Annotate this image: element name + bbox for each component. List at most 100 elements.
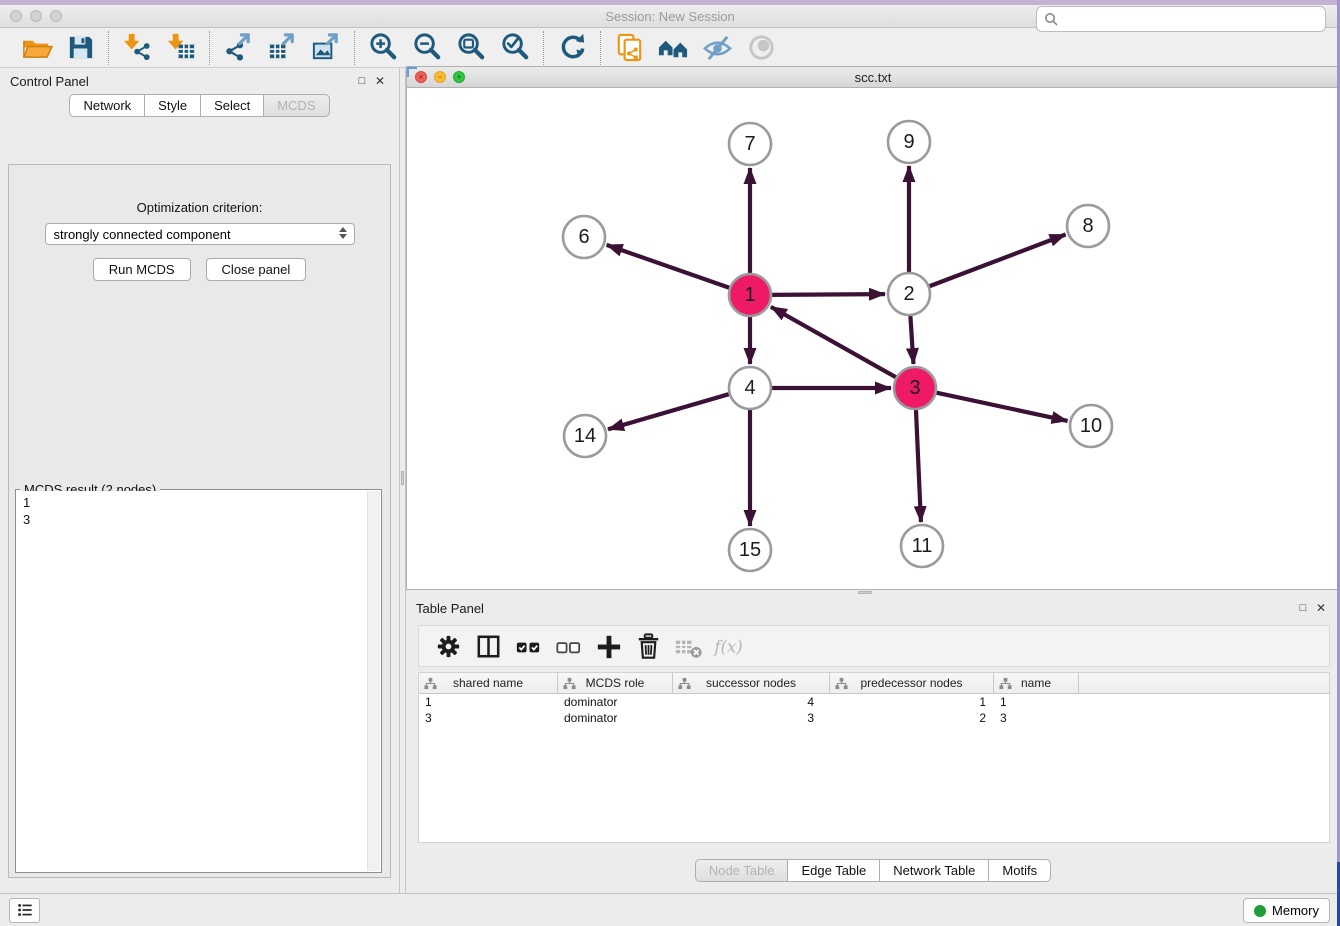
memory-button[interactable]: Memory	[1243, 898, 1330, 923]
clone-network-button[interactable]	[611, 31, 647, 65]
export-table-button[interactable]	[264, 31, 300, 65]
network-window-title: scc.txt	[407, 70, 1339, 85]
run-mcds-button[interactable]: Run MCDS	[93, 258, 191, 281]
tab-network-table[interactable]: Network Table	[879, 859, 989, 882]
column-header-shared-name[interactable]: shared name	[419, 673, 558, 693]
float-panel-icon[interactable]: □	[353, 75, 371, 87]
main-toolbar	[0, 28, 1340, 68]
graph-edge-2-3[interactable]	[910, 313, 913, 364]
result-scrollbar[interactable]	[367, 491, 380, 871]
splitter-grip-icon	[401, 471, 404, 485]
column-header-name[interactable]: name	[994, 673, 1079, 693]
columns-button[interactable]	[471, 629, 505, 663]
select-all-icon	[512, 630, 545, 663]
first-neighbors-button[interactable]	[655, 31, 691, 65]
search-box[interactable]	[1036, 6, 1326, 32]
graph-node-1[interactable]: 1	[729, 274, 771, 316]
graph-node-15[interactable]: 15	[729, 529, 771, 571]
graph-node-4[interactable]: 4	[729, 367, 771, 409]
table-cell: 4	[673, 694, 830, 710]
graph-edge-1-6[interactable]	[607, 245, 732, 289]
graph-node-3[interactable]: 3	[894, 367, 936, 409]
tab-style[interactable]: Style	[144, 94, 201, 117]
graph-node-2[interactable]: 2	[888, 273, 930, 315]
tab-mcds[interactable]: MCDS	[263, 94, 329, 117]
close-panel-icon[interactable]: ✕	[371, 74, 389, 88]
attribute-icon	[835, 677, 848, 690]
optimization-criterion-value: strongly connected component	[54, 227, 231, 242]
control-panel-header: Control Panel □ ✕	[0, 68, 399, 94]
mcds-result-list: 13	[17, 491, 367, 871]
hide-selected-button[interactable]	[699, 31, 735, 65]
svg-text:6: 6	[578, 226, 589, 248]
tab-node-table[interactable]: Node Table	[695, 859, 789, 882]
optimization-criterion-select[interactable]: strongly connected component	[45, 223, 355, 245]
tab-select[interactable]: Select	[200, 94, 264, 117]
svg-text:8: 8	[1082, 215, 1093, 237]
splitter-grip-icon	[858, 591, 872, 594]
vertical-splitter[interactable]	[399, 68, 406, 893]
svg-text:f(x): f(x)	[712, 637, 742, 656]
table-row[interactable]: 3dominator323	[419, 710, 1329, 726]
graph-edge-3-10[interactable]	[934, 392, 1068, 421]
table-cell: 1	[419, 694, 558, 710]
column-header-MCDS-role[interactable]: MCDS role	[558, 673, 673, 693]
refresh-icon	[556, 31, 589, 64]
show-hidden-icon	[745, 31, 778, 64]
column-header-predecessor-nodes[interactable]: predecessor nodes	[830, 673, 994, 693]
save-button[interactable]	[62, 31, 98, 65]
graph-node-14[interactable]: 14	[564, 415, 606, 457]
zoom-in-button[interactable]	[365, 31, 401, 65]
zoom-fit-button[interactable]	[453, 31, 489, 65]
import-network-button[interactable]	[119, 31, 155, 65]
refresh-button[interactable]	[554, 31, 590, 65]
export-network-button[interactable]	[220, 31, 256, 65]
table-row[interactable]: 1dominator411	[419, 694, 1329, 710]
tab-edge-table[interactable]: Edge Table	[787, 859, 880, 882]
export-image-button[interactable]	[308, 31, 344, 65]
import-table-button[interactable]	[163, 31, 199, 65]
graph-edge-1-2[interactable]	[769, 294, 885, 295]
close-table-panel-icon[interactable]: ✕	[1312, 601, 1330, 615]
graph-node-6[interactable]: 6	[563, 216, 605, 258]
float-table-panel-icon[interactable]: □	[1294, 602, 1312, 614]
table-cell: dominator	[558, 694, 673, 710]
fx-button: f(x)	[711, 629, 745, 663]
select-all-button[interactable]	[511, 629, 545, 663]
task-history-button[interactable]	[9, 898, 40, 923]
network-graph: 7 9 6 8 1 2 4 3 14 10 15 11	[407, 88, 1339, 588]
deselect-all-button[interactable]	[551, 629, 585, 663]
graph-edge-4-14[interactable]	[608, 393, 732, 429]
tab-motifs[interactable]: Motifs	[988, 859, 1051, 882]
zoom-selected-button[interactable]	[497, 31, 533, 65]
graph-node-7[interactable]: 7	[729, 123, 771, 165]
mcds-result-item: 1	[23, 494, 361, 511]
export-image-icon	[310, 31, 343, 64]
graph-node-8[interactable]: 8	[1067, 205, 1109, 247]
columns-icon	[472, 630, 505, 663]
table-panel-title: Table Panel	[416, 601, 484, 616]
graph-node-9[interactable]: 9	[888, 121, 930, 163]
graph-edge-3-1[interactable]	[771, 307, 899, 379]
open-folder-button[interactable]	[18, 31, 54, 65]
gear-button[interactable]	[431, 629, 465, 663]
column-header-successor-nodes[interactable]: successor nodes	[673, 673, 830, 693]
graph-node-10[interactable]: 10	[1070, 405, 1112, 447]
search-input[interactable]	[1059, 9, 1325, 29]
trash-button[interactable]	[631, 629, 665, 663]
column-label: name	[1021, 676, 1051, 690]
tab-network[interactable]: Network	[69, 94, 145, 117]
add-button[interactable]	[591, 629, 625, 663]
svg-text:1: 1	[744, 284, 755, 306]
network-canvas[interactable]: 7 9 6 8 1 2 4 3 14 10 15 11	[406, 88, 1340, 590]
desktop-edge-top	[0, 0, 1340, 5]
save-icon	[64, 31, 97, 64]
optimization-criterion-label: Optimization criterion:	[9, 200, 390, 215]
graph-edge-3-11[interactable]	[916, 407, 921, 522]
svg-text:14: 14	[574, 425, 596, 447]
graph-edge-2-8[interactable]	[927, 235, 1066, 288]
first-neighbors-icon	[657, 31, 690, 64]
zoom-out-button[interactable]	[409, 31, 445, 65]
graph-node-11[interactable]: 11	[901, 525, 943, 567]
close-panel-button[interactable]: Close panel	[206, 258, 307, 281]
